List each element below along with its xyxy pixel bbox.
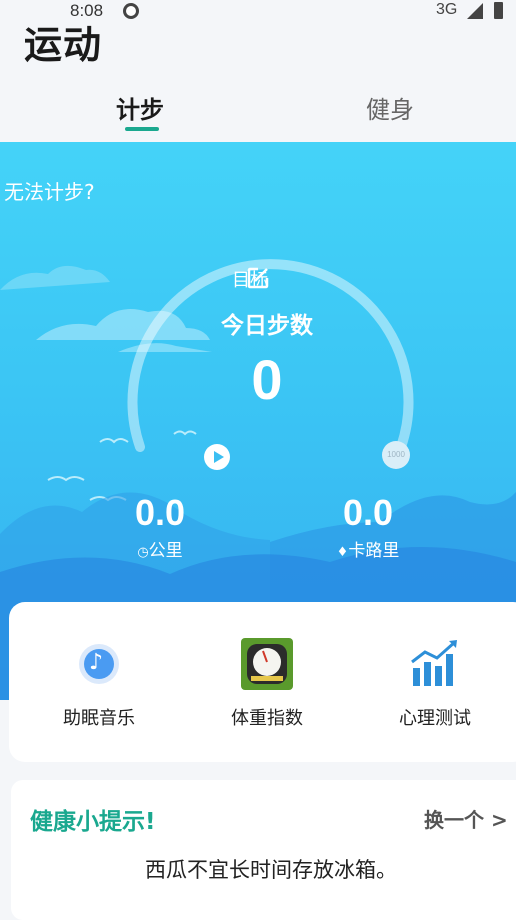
music-note-icon: ♪ (73, 638, 125, 690)
battery-icon (494, 2, 503, 19)
calories-label-text: 卡路里 (348, 541, 400, 561)
sleep-music-label: 助眠音乐 (63, 708, 135, 729)
page-title: 运动 (24, 23, 103, 67)
network-type: 3G (436, 1, 458, 18)
calories-value: 0.0 (342, 492, 394, 533)
clock-icon: ◷ (137, 545, 149, 560)
psych-test-label: 心理测试 (399, 708, 471, 729)
scale-icon (241, 638, 293, 690)
steps-value: 0 (251, 348, 283, 411)
health-tip-card: 健康小提示! 换一个 > 西瓜不宜长时间存放冰箱。 (11, 780, 516, 920)
next-tip-button[interactable]: 换一个 > (424, 804, 508, 833)
calories-label: ♦卡路里 (308, 536, 428, 561)
today-steps-label: 今日步数 (221, 313, 313, 339)
psych-test-button[interactable]: 心理测试 (365, 638, 505, 730)
edit-icon[interactable] (246, 266, 270, 290)
bar-chart-icon (409, 638, 461, 690)
goal-marker: 1000 (382, 441, 410, 469)
distance-label: ◷公里 (100, 536, 220, 561)
tab-fitness[interactable]: 健身 (366, 90, 414, 125)
tab-bar: 计步 健身 (0, 82, 516, 142)
bmi-button[interactable]: 体重指数 (197, 638, 337, 730)
flame-icon: ♦ (336, 545, 349, 560)
tab-steps[interactable]: 计步 (116, 90, 164, 125)
tip-title: 健康小提示! (30, 809, 156, 835)
goal-editor[interactable]: 目标 (232, 266, 270, 292)
distance-label-text: 公里 (148, 541, 183, 561)
distance-value: 0.0 (134, 492, 186, 533)
sleep-music-button[interactable]: ♪ 助眠音乐 (29, 638, 169, 730)
notification-face-icon (123, 3, 139, 19)
bmi-label: 体重指数 (231, 708, 303, 729)
play-icon[interactable] (204, 444, 230, 470)
calories-stat: 0.0 ♦卡路里 (308, 492, 428, 561)
cant-count-link[interactable]: 无法计步? (4, 176, 95, 205)
active-tab-indicator (125, 127, 159, 131)
tip-text: 西瓜不宜长时间存放冰箱。 (145, 858, 397, 882)
distance-stat: 0.0 ◷公里 (100, 492, 220, 561)
feature-card: ♪ 助眠音乐 体重指数 心理测试 (9, 602, 516, 762)
signal-icon (467, 3, 483, 19)
